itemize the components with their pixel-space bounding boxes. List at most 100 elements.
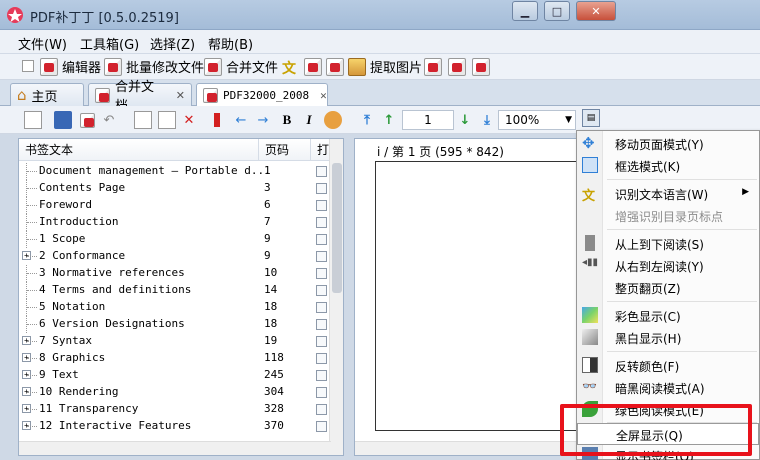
viewer-horizontal-scrollbar[interactable] — [355, 441, 583, 455]
table-row[interactable]: +12 Interactive Features 370 — [19, 418, 331, 435]
bookmark-title[interactable]: 2 Conformance — [39, 249, 125, 262]
bookmark-title[interactable]: Introduction — [39, 215, 118, 228]
table-row[interactable]: +7 Syntax 19 — [19, 333, 331, 350]
bookmark-page[interactable]: 1 — [264, 164, 271, 177]
bookmark-title[interactable]: 11 Transparency — [39, 402, 138, 415]
minimize-button[interactable]: ▁ — [512, 1, 538, 21]
open-checkbox[interactable] — [316, 285, 327, 296]
arrow-right-icon[interactable]: → — [254, 111, 272, 129]
open-checkbox[interactable] — [316, 302, 327, 313]
tab-close-icon[interactable]: ✕ — [320, 89, 327, 102]
open-checkbox[interactable] — [316, 421, 327, 432]
menu-ocr-language[interactable]: 文 识别文本语言(W) ▶ — [577, 183, 759, 205]
bookmark-page[interactable]: 3 — [264, 181, 271, 194]
bookmark-page[interactable]: 9 — [264, 249, 271, 262]
merge-files-button[interactable]: 合并文件 — [204, 57, 278, 76]
pdf-tool-icon[interactable] — [304, 58, 322, 76]
col-header-open[interactable]: 打开 — [311, 139, 331, 161]
bookmark-page[interactable]: 9 — [264, 232, 271, 245]
export-icon[interactable] — [78, 111, 96, 129]
pdf-ocr-icon[interactable] — [424, 58, 442, 76]
table-row[interactable]: Contents Page 3 — [19, 180, 331, 197]
color-picker-icon[interactable] — [324, 111, 342, 129]
bookmark-page[interactable]: 6 — [264, 198, 271, 211]
table-row[interactable]: 3 Normative references 10 — [19, 265, 331, 282]
undo-icon[interactable]: ↶ — [100, 111, 118, 129]
open-checkbox[interactable] — [316, 319, 327, 330]
pdf-info-icon[interactable] — [472, 58, 490, 76]
bookmark-page[interactable]: 245 — [264, 368, 284, 381]
menu-fullscreen[interactable]: 全屏显示(Q) — [577, 423, 759, 445]
bookmark-title[interactable]: Foreword — [39, 198, 92, 211]
menu-show-bookmarks[interactable]: 显示书签栏(Q) — [577, 445, 759, 460]
table-row[interactable]: Foreword 6 — [19, 197, 331, 214]
bookmark-page[interactable]: 10 — [264, 266, 277, 279]
delete-icon[interactable]: ✕ — [180, 111, 198, 129]
close-window-button[interactable]: ✕ — [576, 1, 616, 21]
bookmark-page[interactable]: 370 — [264, 419, 284, 432]
col-header-page[interactable]: 页码 — [259, 139, 311, 161]
open-checkbox[interactable] — [316, 370, 327, 381]
table-row[interactable]: Document management — Portable d... 1 — [19, 163, 331, 180]
menu-grayscale-display[interactable]: 黑白显示(H) — [577, 327, 759, 349]
last-page-icon[interactable]: ⤓ — [478, 111, 496, 129]
bookmark-title[interactable]: 3 Normative references — [39, 266, 185, 279]
open-checkbox[interactable] — [316, 166, 327, 177]
bookmark-page[interactable]: 328 — [264, 402, 284, 415]
table-row[interactable]: +9 Text 245 — [19, 367, 331, 384]
open-checkbox[interactable] — [316, 404, 327, 415]
editor-button[interactable]: 编辑器 — [40, 57, 101, 76]
bookmark-page[interactable]: 14 — [264, 283, 277, 296]
tab-close-icon[interactable]: ✕ — [176, 89, 185, 102]
bookmark-title[interactable]: 10 Rendering — [39, 385, 118, 398]
menu-page-flip[interactable]: 整页翻页(Z) — [577, 277, 759, 299]
pdf-export-icon[interactable] — [448, 58, 466, 76]
zoom-select[interactable]: 100% ▼ — [498, 110, 576, 130]
table-row[interactable]: +11 Transparency 328 — [19, 401, 331, 418]
bookmark-page[interactable]: 7 — [264, 215, 271, 228]
vertical-scrollbar[interactable] — [329, 139, 343, 455]
bookmark-title[interactable]: 7 Syntax — [39, 334, 92, 347]
open-checkbox[interactable] — [316, 387, 327, 398]
menu-box-select-mode[interactable]: 框选模式(K) — [577, 155, 759, 177]
bookmark-title[interactable]: 6 Version Designations — [39, 317, 185, 330]
copy-icon[interactable] — [134, 111, 152, 129]
save-icon[interactable] — [54, 111, 72, 129]
menu-dark-mode[interactable]: 👓 暗黑阅读模式(A) — [577, 377, 759, 399]
scroll-thumb[interactable] — [332, 163, 342, 293]
open-checkbox[interactable] — [316, 234, 327, 245]
table-row[interactable]: 5 Notation 18 — [19, 299, 331, 316]
menu-invert-colors[interactable]: 反转颜色(F) — [577, 355, 759, 377]
bookmark-title[interactable]: 8 Graphics — [39, 351, 105, 364]
bookmark-page[interactable]: 118 — [264, 351, 284, 364]
pdf-convert-icon[interactable] — [326, 58, 344, 76]
italic-icon[interactable]: I — [300, 111, 318, 129]
menu-top-to-bottom[interactable]: 从上到下阅读(S) — [577, 233, 759, 255]
open-checkbox[interactable] — [316, 353, 327, 364]
bookmark-title[interactable]: Contents Page — [39, 181, 125, 194]
bookmark-icon[interactable] — [208, 111, 226, 129]
previous-page-icon[interactable]: ↑ — [380, 111, 398, 129]
bookmark-page[interactable]: 18 — [264, 300, 277, 313]
paste-icon[interactable] — [158, 111, 176, 129]
table-row[interactable]: +8 Graphics 118 — [19, 350, 331, 367]
first-page-icon[interactable]: ⤒ — [358, 111, 376, 129]
menu-green-mode[interactable]: 绿色阅读模式(E) — [577, 399, 759, 421]
bookmark-page[interactable]: 19 — [264, 334, 277, 347]
table-row[interactable]: Introduction 7 — [19, 214, 331, 231]
tab-home[interactable]: ⌂ 主页 — [10, 83, 84, 106]
bookmark-title[interactable]: Document management — Portable d... — [39, 164, 271, 177]
bookmark-title[interactable]: 9 Text — [39, 368, 79, 381]
next-page-icon[interactable]: ↓ — [456, 111, 474, 129]
menu-right-to-left[interactable]: ◂▮▮ 从右到左阅读(Y) — [577, 255, 759, 277]
open-checkbox[interactable] — [316, 183, 327, 194]
extract-images-button[interactable]: 提取图片 — [348, 57, 422, 76]
bookmark-title[interactable]: 4 Terms and definitions — [39, 283, 191, 296]
table-row[interactable]: +2 Conformance 9 — [19, 248, 331, 265]
menu-file[interactable]: 文件(W) — [18, 34, 67, 53]
menu-toolbox[interactable]: 工具箱(G) — [80, 34, 139, 53]
maximize-button[interactable]: □ — [544, 1, 570, 21]
menu-help[interactable]: 帮助(B) — [208, 34, 253, 53]
open-checkbox[interactable] — [316, 268, 327, 279]
tab-document[interactable]: PDF32000_2008 ✕ — [196, 83, 328, 107]
